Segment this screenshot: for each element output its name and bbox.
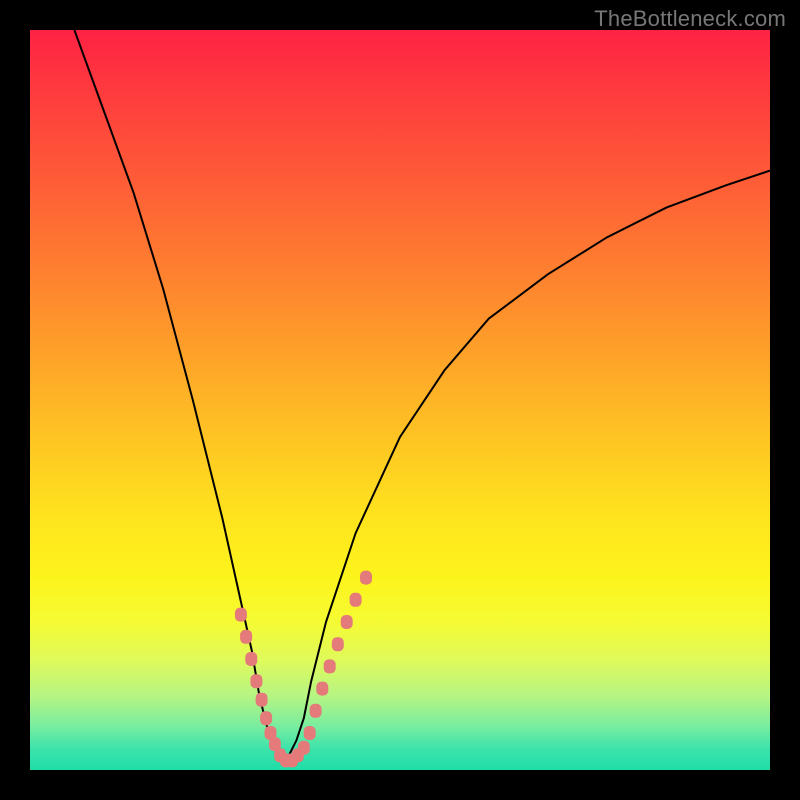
marker-dot bbox=[299, 742, 309, 754]
marker-dot bbox=[342, 616, 352, 628]
marker-dot bbox=[333, 638, 343, 650]
markers-right-arm bbox=[305, 572, 371, 739]
marker-dot bbox=[257, 694, 267, 706]
plot-area bbox=[30, 30, 770, 770]
watermark-text: TheBottleneck.com bbox=[594, 6, 786, 32]
bottleneck-curve-svg bbox=[30, 30, 770, 770]
marker-dot bbox=[351, 594, 361, 606]
marker-dot bbox=[261, 712, 271, 724]
bottleneck-curve bbox=[74, 30, 770, 763]
marker-dot bbox=[325, 660, 335, 672]
marker-dot bbox=[246, 653, 256, 665]
marker-dot bbox=[361, 572, 371, 584]
marker-dot bbox=[241, 631, 251, 643]
marker-dot bbox=[236, 609, 246, 621]
marker-dot bbox=[251, 675, 261, 687]
chart-frame: TheBottleneck.com bbox=[0, 0, 800, 800]
marker-dot bbox=[317, 683, 327, 695]
markers-left-arm bbox=[236, 609, 280, 751]
marker-dot bbox=[305, 727, 315, 739]
marker-dot bbox=[311, 705, 321, 717]
